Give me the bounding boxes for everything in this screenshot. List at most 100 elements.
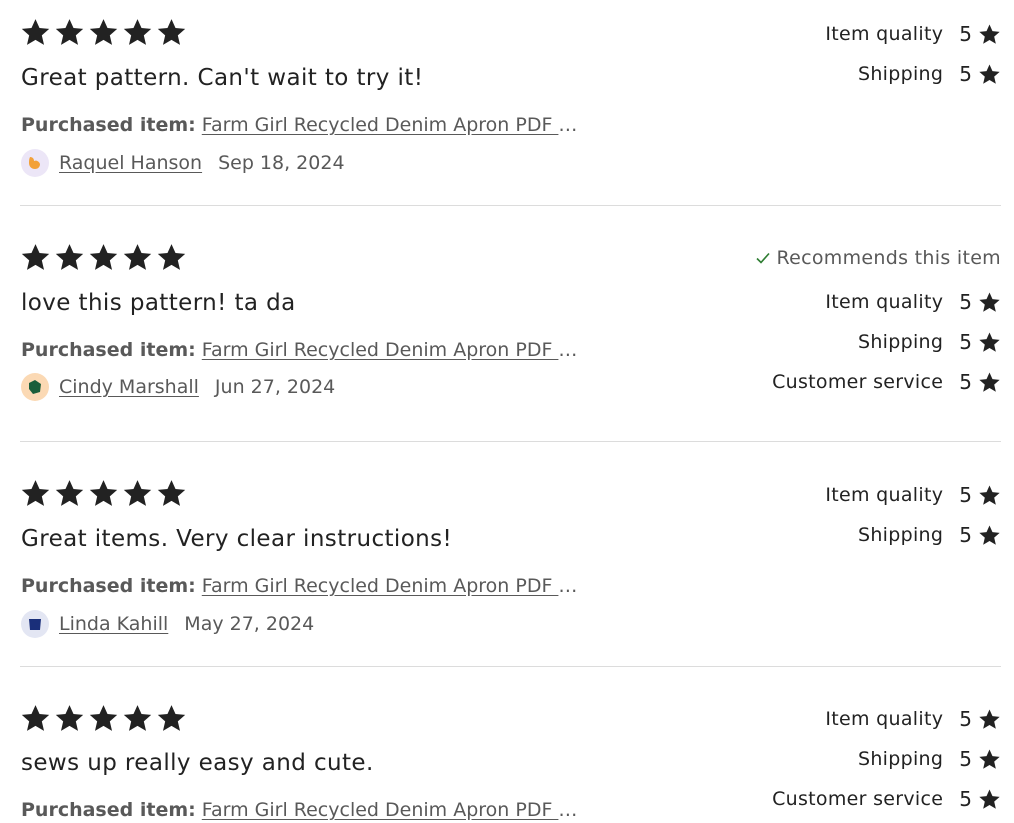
rating-row-customer-service: Customer service 5 — [772, 779, 1001, 819]
avatar[interactable] — [21, 610, 49, 638]
star-icon — [157, 480, 186, 506]
star-icon — [979, 485, 1000, 505]
rating-row-shipping: Shipping 5 — [755, 322, 1002, 362]
star-icon — [89, 19, 118, 45]
review-stars — [20, 17, 187, 48]
review-text: Great pattern. Can't wait to try it! — [21, 65, 424, 91]
review-stars — [20, 478, 187, 509]
reviewer-name-link[interactable]: Linda Kahill — [59, 613, 168, 635]
purchased-item-link[interactable]: Farm Girl Recycled Denim Apron PDF D... — [202, 575, 591, 597]
review-date: May 27, 2024 — [184, 613, 315, 635]
rating-breakdown: Recommends this item Item quality 5 Ship… — [755, 238, 1002, 402]
star-icon — [89, 705, 118, 731]
rating-value: 5 — [959, 22, 972, 46]
review-card: love this pattern! ta da Purchased item:… — [20, 242, 1001, 422]
star-icon — [157, 19, 186, 45]
star-icon — [979, 64, 1000, 84]
purchased-item: Purchased item: Farm Girl Recycled Denim… — [21, 575, 591, 597]
rating-value: 5 — [959, 787, 972, 811]
star-icon — [123, 705, 152, 731]
purchased-item-link[interactable]: Farm Girl Recycled Denim Apron PDF D... — [202, 339, 591, 361]
rating-label: Shipping — [857, 63, 944, 85]
rating-value: 5 — [959, 330, 972, 354]
rating-value: 5 — [959, 62, 972, 86]
purchased-label: Purchased item: — [21, 339, 196, 361]
review-date: Sep 18, 2024 — [218, 152, 345, 174]
rating-label: Customer service — [772, 788, 944, 810]
recommends-text: Recommends this item — [776, 247, 1001, 269]
review-divider — [20, 205, 1001, 206]
rating-label: Item quality — [825, 708, 944, 730]
orange-bird-avatar-icon — [29, 157, 40, 169]
star-icon — [89, 244, 118, 270]
star-icon — [55, 244, 84, 270]
review-meta: Linda Kahill May 27, 2024 — [21, 610, 314, 638]
review-meta: Cindy Marshall Jun 27, 2024 — [21, 373, 335, 401]
rating-row-item-quality: Item quality 5 — [755, 282, 1002, 322]
star-icon — [979, 24, 1000, 44]
purchased-label: Purchased item: — [21, 575, 196, 597]
star-icon — [21, 244, 50, 270]
checkmark-icon — [755, 252, 770, 264]
rating-label: Shipping — [857, 524, 944, 546]
purchased-item: Purchased item: Farm Girl Recycled Denim… — [21, 799, 591, 821]
star-icon — [55, 480, 84, 506]
review-stars — [20, 242, 187, 273]
star-icon — [21, 19, 50, 45]
review-text: sews up really easy and cute. — [21, 750, 374, 776]
rating-label: Item quality — [825, 23, 944, 45]
rating-value: 5 — [959, 707, 972, 731]
rating-label: Shipping — [857, 331, 944, 353]
star-icon — [979, 332, 1000, 352]
purchased-label: Purchased item: — [21, 799, 196, 821]
rating-row-item-quality: Item quality 5 — [772, 699, 1001, 739]
review-stars — [20, 703, 187, 734]
rating-row-shipping: Shipping 5 — [825, 54, 1001, 94]
rating-value: 5 — [959, 290, 972, 314]
purchased-item-link[interactable]: Farm Girl Recycled Denim Apron PDF D... — [202, 799, 591, 821]
star-icon — [979, 292, 1000, 312]
star-icon — [979, 749, 1000, 769]
rating-breakdown: Item quality 5 Shipping 5 Customer servi… — [772, 699, 1001, 819]
review-text: Great items. Very clear instructions! — [21, 526, 453, 552]
star-icon — [21, 705, 50, 731]
review-card: sews up really easy and cute. Purchased … — [20, 703, 1001, 823]
star-icon — [21, 480, 50, 506]
rating-breakdown: Item quality 5 Shipping 5 — [825, 14, 1001, 94]
rating-value: 5 — [959, 523, 972, 547]
avatar[interactable] — [21, 149, 49, 177]
rating-value: 5 — [959, 747, 972, 771]
rating-breakdown: Item quality 5 Shipping 5 — [825, 475, 1001, 555]
blue-bag-avatar-icon — [29, 619, 41, 630]
reviewer-name-link[interactable]: Cindy Marshall — [59, 376, 199, 398]
rating-row-customer-service: Customer service 5 — [755, 362, 1002, 402]
rating-row-item-quality: Item quality 5 — [825, 14, 1001, 54]
rating-value: 5 — [959, 483, 972, 507]
purchased-item-link[interactable]: Farm Girl Recycled Denim Apron PDF D... — [202, 114, 591, 136]
review-card: Great pattern. Can't wait to try it! Pur… — [20, 17, 1001, 187]
purchased-item: Purchased item: Farm Girl Recycled Denim… — [21, 339, 591, 361]
star-icon — [979, 372, 1000, 392]
rating-label: Item quality — [825, 291, 944, 313]
recommends-badge: Recommends this item — [755, 238, 1002, 278]
rating-row-shipping: Shipping 5 — [825, 515, 1001, 555]
star-icon — [157, 244, 186, 270]
star-icon — [979, 789, 1000, 809]
star-icon — [123, 480, 152, 506]
review-divider — [20, 441, 1001, 442]
avatar[interactable] — [21, 373, 49, 401]
rating-row-shipping: Shipping 5 — [772, 739, 1001, 779]
reviewer-name-link[interactable]: Raquel Hanson — [59, 152, 202, 174]
rating-label: Item quality — [825, 484, 944, 506]
rating-label: Shipping — [857, 748, 944, 770]
star-icon — [55, 705, 84, 731]
star-icon — [123, 19, 152, 45]
star-icon — [55, 19, 84, 45]
rating-value: 5 — [959, 370, 972, 394]
review-card: Great items. Very clear instructions! Pu… — [20, 478, 1001, 648]
star-icon — [157, 705, 186, 731]
review-divider — [20, 666, 1001, 667]
purchased-label: Purchased item: — [21, 114, 196, 136]
rating-row-item-quality: Item quality 5 — [825, 475, 1001, 515]
star-icon — [89, 480, 118, 506]
